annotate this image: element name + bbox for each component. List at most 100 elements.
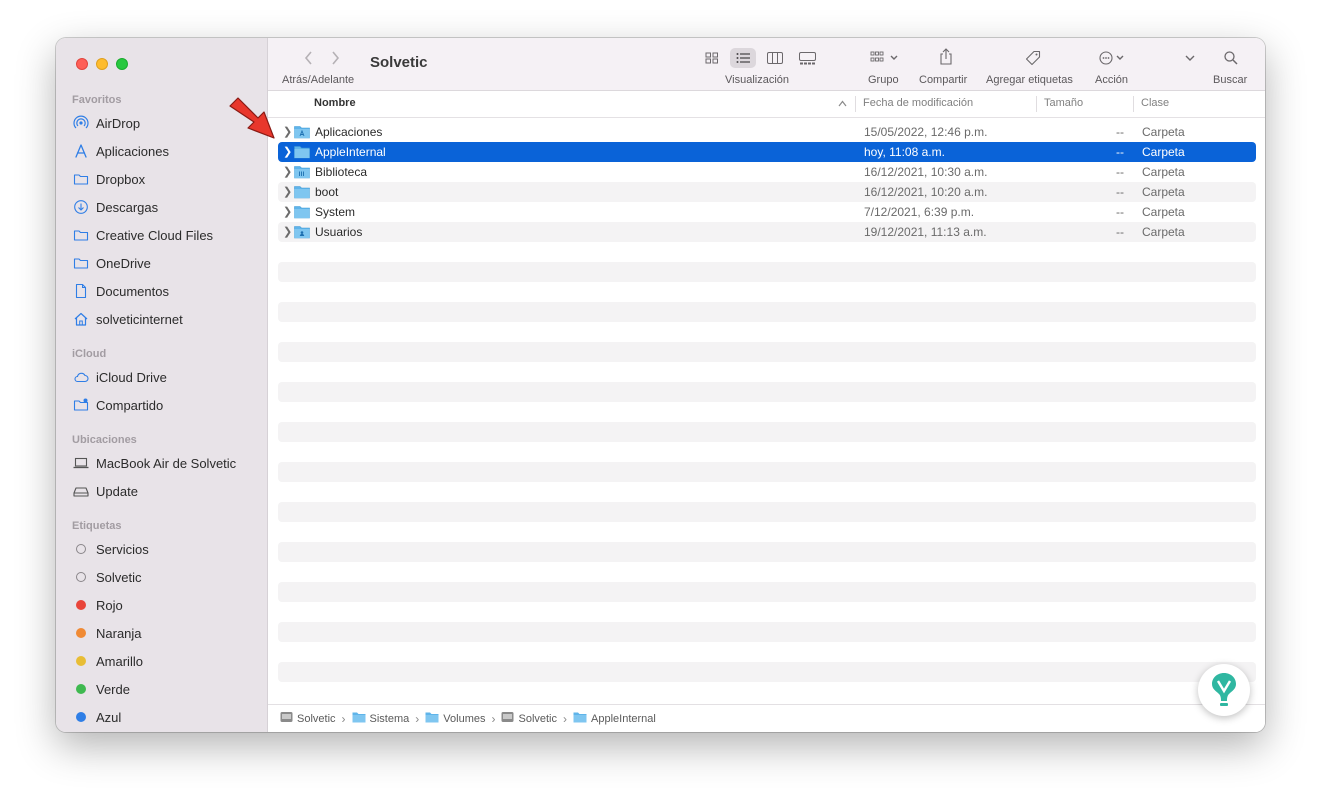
empty-row bbox=[278, 402, 1256, 422]
column-kind[interactable]: Clase bbox=[1141, 97, 1169, 109]
disk-icon bbox=[72, 482, 90, 500]
disclosure-chevron-icon[interactable]: ❯ bbox=[283, 205, 292, 218]
disclosure-chevron-icon[interactable]: ❯ bbox=[283, 165, 292, 178]
column-view-icon[interactable] bbox=[767, 52, 783, 64]
empty-row bbox=[278, 562, 1256, 582]
disclosure-chevron-icon[interactable]: ❯ bbox=[283, 185, 292, 198]
empty-row bbox=[278, 462, 1256, 482]
sidebar-item-creative-cloud-files[interactable]: Creative Cloud Files bbox=[72, 224, 262, 246]
column-size[interactable]: Tamaño bbox=[1044, 97, 1083, 109]
sidebar-item-solvetic[interactable]: Solvetic bbox=[72, 566, 262, 588]
file-date: 19/12/2021, 11:13 a.m. bbox=[864, 225, 987, 239]
chevron-down-icon[interactable] bbox=[1185, 54, 1195, 62]
back-icon[interactable] bbox=[304, 51, 314, 70]
path-segment[interactable]: Solvetic bbox=[501, 711, 557, 726]
file-size: -- bbox=[1116, 185, 1124, 199]
path-segment[interactable]: Solvetic bbox=[280, 711, 336, 726]
file-size: -- bbox=[1116, 165, 1124, 179]
applications-folder-icon bbox=[294, 124, 310, 142]
sidebar-item-onedrive[interactable]: OneDrive bbox=[72, 252, 262, 274]
sidebar-item-naranja[interactable]: Naranja bbox=[72, 622, 262, 644]
window-title: Solvetic bbox=[370, 54, 428, 71]
disclosure-chevron-icon[interactable]: ❯ bbox=[283, 225, 292, 238]
folder-icon bbox=[573, 711, 587, 726]
search-label: Buscar bbox=[1213, 74, 1248, 86]
tag-dot-icon bbox=[72, 652, 90, 670]
empty-row bbox=[278, 242, 1256, 262]
sidebar-item-label: Servicios bbox=[96, 541, 149, 557]
sort-chevron-icon bbox=[838, 98, 847, 110]
sidebar-item-solveticinternet[interactable]: solveticinternet bbox=[72, 308, 262, 330]
gallery-view-icon[interactable] bbox=[799, 52, 816, 65]
path-segment[interactable]: Volumes bbox=[425, 711, 485, 726]
empty-row bbox=[278, 482, 1256, 502]
sidebar-item-rojo[interactable]: Rojo bbox=[72, 594, 262, 616]
forward-icon[interactable] bbox=[330, 51, 340, 70]
file-row[interactable]: ❯ boot 16/12/2021, 10:20 a.m. -- Carpeta bbox=[278, 182, 1256, 202]
file-row[interactable]: ❯ Aplicaciones 15/05/2022, 12:46 p.m. -- Car… bbox=[278, 122, 1256, 142]
column-divider bbox=[1133, 96, 1134, 112]
action-icon[interactable] bbox=[1099, 51, 1129, 65]
sidebar-item-label: iCloud Drive bbox=[96, 369, 167, 385]
disclosure-chevron-icon[interactable]: ❯ bbox=[283, 145, 292, 158]
sidebar-item-azul[interactable]: Azul bbox=[72, 706, 262, 728]
sidebar-item-macbook-air-de-solvetic[interactable]: MacBook Air de Solvetic bbox=[72, 452, 262, 474]
disclosure-chevron-icon[interactable]: ❯ bbox=[283, 125, 292, 138]
sidebar-item-amarillo[interactable]: Amarillo bbox=[72, 650, 262, 672]
sidebar: Favoritos AirDrop Aplicaciones Dropbox Desca… bbox=[56, 38, 268, 732]
search-icon[interactable] bbox=[1224, 51, 1238, 65]
file-row[interactable]: ❯ System 7/12/2021, 6:39 p.m. -- Carpeta bbox=[278, 202, 1256, 222]
icon-view-icon[interactable] bbox=[705, 52, 719, 64]
nav-label: Atrás/Adelante bbox=[282, 74, 355, 86]
column-name[interactable]: Nombre bbox=[314, 97, 356, 109]
close-button[interactable] bbox=[76, 58, 88, 70]
tag-icon[interactable] bbox=[1025, 50, 1041, 66]
library-folder-icon bbox=[294, 164, 310, 182]
sidebar-section-title: iCloud bbox=[72, 348, 107, 360]
sidebar-item-label: Solvetic bbox=[96, 569, 142, 585]
zoom-button[interactable] bbox=[116, 58, 128, 70]
column-date[interactable]: Fecha de modificación bbox=[863, 97, 973, 109]
file-row[interactable]: ❯ AppleInternal hoy, 11:08 a.m. -- Carpeta bbox=[278, 142, 1256, 162]
empty-row bbox=[278, 622, 1256, 642]
file-row[interactable]: ❯ Usuarios 19/12/2021, 11:13 a.m. -- Carpeta bbox=[278, 222, 1256, 242]
file-name: Usuarios bbox=[315, 225, 363, 239]
group-label: Grupo bbox=[868, 74, 899, 86]
list-view-icon[interactable] bbox=[736, 52, 751, 64]
sidebar-item-label: MacBook Air de Solvetic bbox=[96, 455, 237, 471]
sidebar-section-title: Ubicaciones bbox=[72, 434, 137, 446]
column-header: Nombre Fecha de modificación Tamaño Clas… bbox=[268, 91, 1265, 118]
path-segment[interactable]: AppleInternal bbox=[573, 711, 656, 726]
folder-icon bbox=[72, 170, 90, 188]
empty-row bbox=[278, 502, 1256, 522]
empty-row bbox=[278, 362, 1256, 382]
sidebar-item-label: Amarillo bbox=[96, 653, 143, 669]
sidebar-item-compartido[interactable]: Compartido bbox=[72, 394, 262, 416]
path-segment[interactable]: Sistema bbox=[352, 711, 409, 726]
share-icon[interactable] bbox=[939, 48, 953, 66]
file-row[interactable]: ❯ Biblioteca 16/12/2021, 10:30 a.m. -- Carpe… bbox=[278, 162, 1256, 182]
tag-dot-icon bbox=[72, 568, 90, 586]
file-size: -- bbox=[1116, 125, 1124, 139]
sidebar-item-icloud-drive[interactable]: iCloud Drive bbox=[72, 366, 262, 388]
sidebar-item-label: solveticinternet bbox=[96, 311, 183, 327]
file-kind: Carpeta bbox=[1142, 185, 1185, 199]
annotation-arrow-icon bbox=[229, 97, 275, 139]
view-label: Visualización bbox=[725, 74, 790, 86]
sidebar-item-aplicaciones[interactable]: Aplicaciones bbox=[72, 140, 262, 162]
watermark-logo bbox=[1198, 664, 1250, 716]
sidebar-item-verde[interactable]: Verde bbox=[72, 678, 262, 700]
group-icon[interactable] bbox=[870, 51, 902, 64]
empty-row bbox=[278, 302, 1256, 322]
sidebar-item-descargas[interactable]: Descargas bbox=[72, 196, 262, 218]
file-name: AppleInternal bbox=[315, 145, 386, 159]
sidebar-item-documentos[interactable]: Documentos bbox=[72, 280, 262, 302]
path-separator-icon: › bbox=[415, 711, 420, 726]
cloud-icon bbox=[72, 368, 90, 386]
sidebar-item-dropbox[interactable]: Dropbox bbox=[72, 168, 262, 190]
sidebar-item-servicios[interactable]: Servicios bbox=[72, 538, 262, 560]
applications-icon bbox=[72, 142, 90, 160]
minimize-button[interactable] bbox=[96, 58, 108, 70]
sidebar-item-update[interactable]: Update bbox=[72, 480, 262, 502]
action-label: Acción bbox=[1095, 74, 1129, 86]
